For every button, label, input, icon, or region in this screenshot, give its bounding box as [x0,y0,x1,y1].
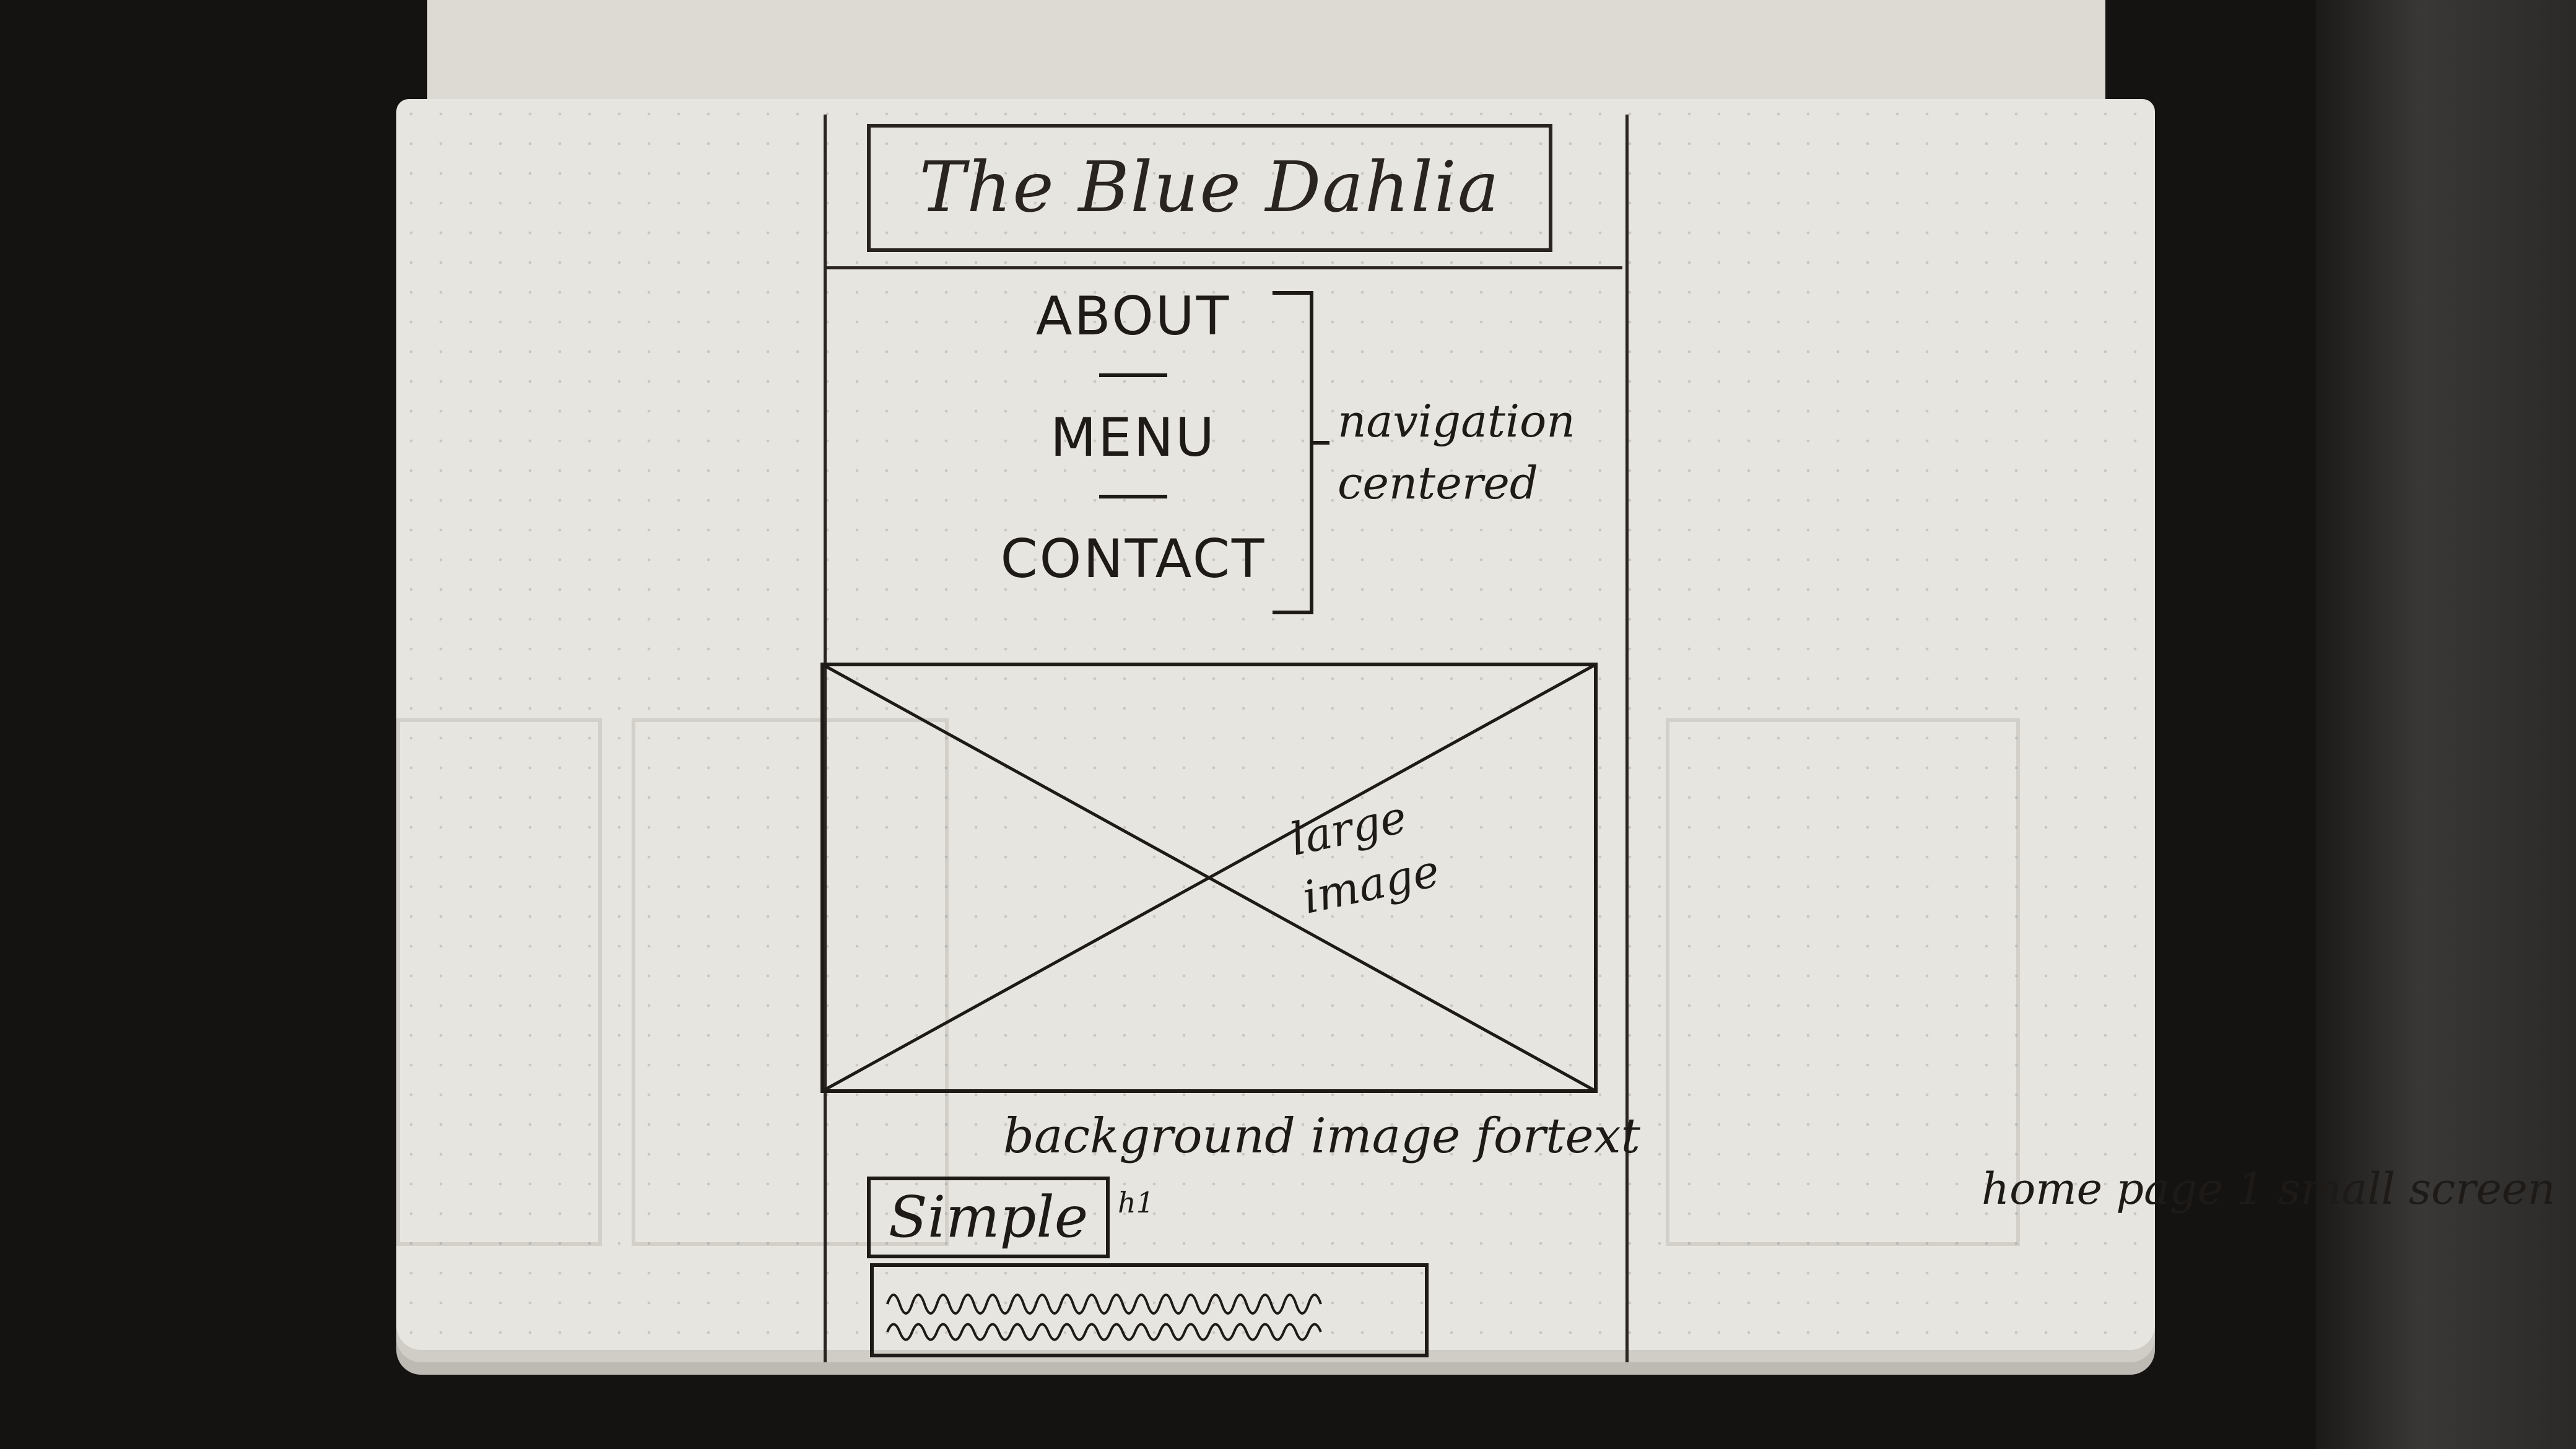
h1-note: h1 [1118,1186,1154,1219]
navigation-bracket [1273,291,1313,614]
ghost-sketch-right [1666,718,2020,1246]
header-divider [824,266,1622,269]
navigation-note: navigation centered [1338,390,1575,514]
notebook-edge [2316,0,2576,1449]
simple-heading-box[interactable]: Simple [867,1177,1110,1258]
bracket-tick [1310,441,1329,445]
text-scribble [886,1294,1322,1341]
nav-divider [1099,495,1167,498]
header-logo-box: The Blue Dahlia [867,124,1552,252]
text-content-box [870,1263,1429,1357]
page-note: home page 1 small screen [1982,1164,2556,1214]
navigation-note-line-2: centered [1338,457,1538,509]
nav-item-about[interactable]: ABOUT [966,282,1300,351]
navigation-note-line-1: navigation [1338,395,1575,447]
nav-divider [1099,373,1167,377]
navigation-menu: ABOUT MENU CONTACT [966,282,1300,594]
logo-text: The Blue Dahlia [919,147,1500,228]
large-image-placeholder [820,663,1598,1093]
image-placeholder-cross [820,663,1598,1093]
background-note: background image fortext [1003,1108,1641,1164]
nav-item-menu[interactable]: MENU [966,403,1300,472]
nav-item-contact[interactable]: CONTACT [966,524,1300,594]
ghost-sketch-left [396,718,602,1246]
